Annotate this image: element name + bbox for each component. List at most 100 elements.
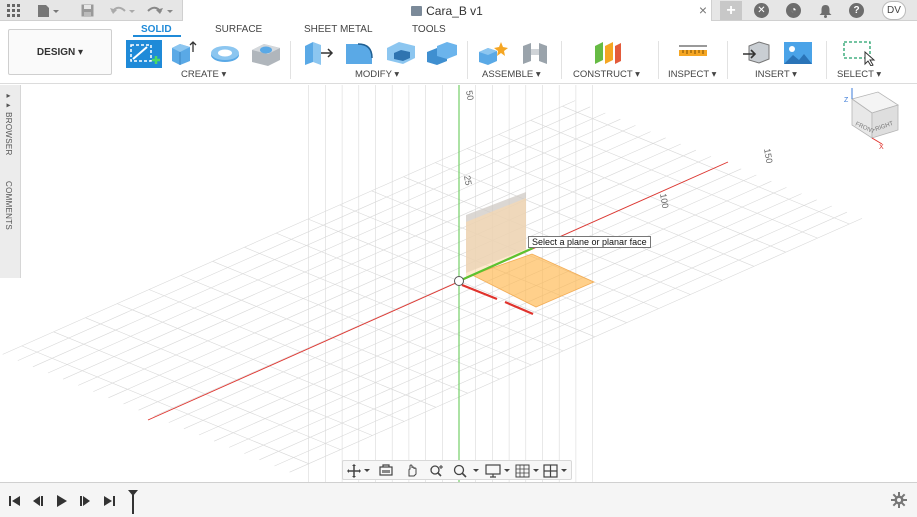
grid-line (123, 149, 697, 405)
create-sketch-icon[interactable] (126, 40, 162, 68)
press-pull-icon[interactable] (303, 40, 335, 66)
pan-icon[interactable] (405, 464, 419, 477)
play-icon[interactable] (55, 494, 69, 508)
last-frame-icon[interactable] (102, 494, 116, 508)
ribbon-separator (826, 41, 827, 79)
combine-icon[interactable] (425, 40, 459, 66)
fusion-app-window: Cara_B v1 × + ✕ ◔ ? DV DESIGN ▾ SOLID SU… (0, 0, 917, 517)
zoom-icon[interactable] (429, 464, 443, 477)
grid-line (138, 156, 712, 411)
viewcube[interactable]: FRONT RIGHT Z X (844, 88, 899, 151)
active-tab-indicator (133, 35, 181, 37)
insert-derive-icon[interactable] (741, 40, 773, 66)
grid-line (274, 211, 848, 467)
document-title-text: Cara_B v1 (426, 4, 483, 18)
help-icon[interactable]: ? (849, 3, 864, 18)
job-status-icon[interactable]: ◔ (786, 3, 801, 18)
revolve-icon[interactable] (209, 40, 241, 66)
grid-line (21, 345, 309, 464)
grid-line (183, 174, 757, 430)
ribbon-separator (561, 41, 562, 79)
axis-tick-label: 50 (464, 90, 476, 102)
workspace-switcher-button[interactable]: DESIGN ▾ (8, 29, 112, 75)
previous-frame-icon[interactable] (31, 494, 45, 508)
construct-menu[interactable]: CONSTRUCT ▾ (573, 69, 640, 80)
tab-sheet-metal[interactable]: SHEET METAL (304, 24, 373, 35)
ground-grid (2, 85, 863, 482)
redo-icon[interactable] (146, 2, 174, 19)
grid-settings-icon[interactable] (515, 464, 543, 478)
select-menu[interactable]: SELECT ▾ (837, 69, 881, 80)
ribbon-separator (467, 41, 468, 79)
grid-line (93, 137, 666, 392)
ribbon-separator (727, 41, 728, 79)
ribbon-separator (658, 41, 659, 79)
create-menu[interactable]: CREATE ▾ (181, 69, 226, 80)
new-component-icon[interactable] (477, 40, 509, 66)
assemble-menu[interactable]: ASSEMBLE ▾ (482, 69, 541, 80)
grid-line (108, 143, 681, 399)
grid-line (530, 120, 818, 239)
title-bar: Cara_B v1 × + ✕ ◔ ? DV (0, 0, 917, 22)
close-tab-icon[interactable]: × (699, 2, 707, 18)
viewcube-z-label: Z (844, 97, 849, 104)
next-frame-icon[interactable] (78, 494, 92, 508)
comments-panel-toggle[interactable]: COMMENTS (4, 181, 13, 230)
bell-icon[interactable] (817, 2, 833, 19)
grid-line (148, 289, 437, 408)
grid-menu-icon[interactable] (5, 2, 21, 19)
origin-point[interactable] (454, 276, 464, 286)
grid-line (85, 317, 373, 436)
axis-tick-label: 25 (462, 175, 474, 187)
offset-plane-icon[interactable] (592, 40, 624, 66)
browser-panel-toggle[interactable]: ▸▸ BROWSER (4, 91, 13, 156)
grid-line (117, 303, 405, 422)
grid-line (562, 105, 850, 225)
document-tab[interactable]: Cara_B v1 × (182, 0, 712, 22)
timeline-marker-icon[interactable] (127, 489, 139, 515)
ribbon-separator (290, 41, 291, 79)
file-icon[interactable] (36, 2, 62, 19)
grid-line (180, 275, 468, 394)
shell-icon[interactable] (385, 40, 417, 66)
display-settings-icon[interactable] (485, 464, 513, 478)
user-avatar[interactable]: DV (882, 1, 906, 20)
inspect-menu[interactable]: INSPECT ▾ (668, 69, 716, 80)
grid-line (62, 125, 636, 380)
fillet-icon[interactable] (344, 40, 376, 66)
first-frame-icon[interactable] (8, 494, 22, 508)
axis-tick-label: 150 (762, 148, 774, 165)
grid-line (78, 131, 651, 386)
settings-gear-icon[interactable] (891, 492, 907, 508)
viewports-icon[interactable] (543, 464, 571, 478)
modify-menu[interactable]: MODIFY ▾ (355, 69, 399, 80)
browser-comments-panel: ▸▸ BROWSER COMMENTS (0, 85, 21, 278)
hole-icon[interactable] (250, 40, 282, 66)
tab-solid[interactable]: SOLID (141, 24, 172, 35)
measure-icon[interactable] (677, 40, 709, 66)
tab-surface[interactable]: SURFACE (215, 24, 262, 35)
grid-line (498, 134, 786, 253)
axis-tick-label: 100 (658, 193, 670, 210)
extrude-icon[interactable] (169, 40, 197, 66)
3d-viewport[interactable]: 50 25 100 150 FRONT RIGHT Z X (0, 85, 917, 482)
save-icon[interactable] (79, 2, 95, 19)
grid-line (53, 331, 341, 450)
timeline-bar (0, 482, 917, 517)
selection-tooltip: Select a plane or planar face (528, 236, 651, 248)
joint-icon[interactable] (520, 40, 550, 66)
toolbar-ribbon: DESIGN ▾ SOLID SURFACE SHEET METAL TOOLS (0, 21, 917, 84)
select-window-icon[interactable] (842, 40, 876, 67)
3d-scene[interactable]: 50 25 100 150 FRONT RIGHT Z X (0, 85, 917, 482)
navigation-toolbar (342, 460, 572, 480)
insert-menu[interactable]: INSERT ▾ (755, 69, 797, 80)
extensions-icon[interactable]: ✕ (754, 3, 769, 18)
new-tab-button[interactable]: + (720, 1, 742, 20)
cube-icon (411, 6, 423, 16)
zoom-window-icon[interactable] (453, 464, 481, 478)
orbit-icon[interactable] (347, 464, 371, 478)
insert-image-icon[interactable] (783, 40, 813, 66)
look-at-icon[interactable] (379, 464, 393, 477)
tab-tools[interactable]: TOOLS (412, 24, 446, 35)
undo-icon[interactable] (108, 2, 136, 19)
